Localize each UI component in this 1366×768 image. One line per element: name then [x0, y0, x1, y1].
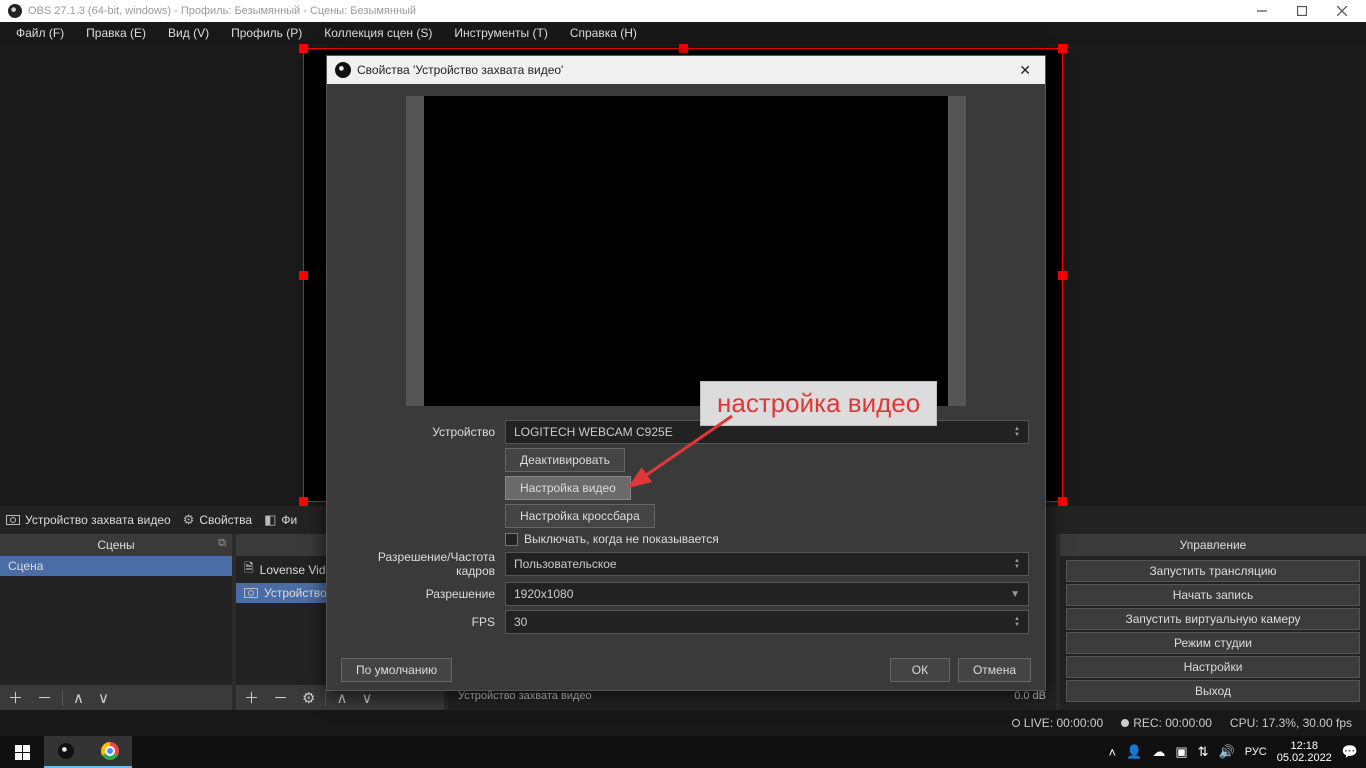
source-toolbar-current: Устройство захвата видео: [6, 513, 171, 527]
start-stream-button[interactable]: Запустить трансляцию: [1066, 560, 1360, 582]
tray-people-icon[interactable]: 👤: [1126, 744, 1142, 760]
source-properties-button[interactable]: ⚙: [298, 689, 319, 707]
menu-view[interactable]: Вид (V): [158, 24, 219, 42]
remove-source-button[interactable]: －: [269, 687, 292, 708]
exit-button[interactable]: Выход: [1066, 680, 1360, 702]
maximize-button[interactable]: [1282, 0, 1322, 22]
window-title: OBS 27.1.3 (64-bit, windows) - Профиль: …: [28, 5, 416, 17]
chevron-updown-icon: ▲▼: [1014, 558, 1020, 570]
camera-icon: [6, 515, 20, 525]
chevron-updown-icon: ▲▼: [1014, 426, 1020, 438]
start-record-button[interactable]: Начать запись: [1066, 584, 1360, 606]
menu-bar: Файл (F) Правка (E) Вид (V) Профиль (P) …: [0, 22, 1366, 44]
dialog-preview: [327, 84, 1045, 414]
scene-down-button[interactable]: ∨: [94, 689, 113, 707]
annotation-arrow: [628, 412, 738, 497]
menu-profile[interactable]: Профиль (P): [221, 24, 312, 42]
status-bar: LIVE: 00:00:00 REC: 00:00:00 CPU: 17.3%,…: [0, 710, 1366, 736]
crossbar-settings-button[interactable]: Настройка кроссбара: [505, 504, 655, 528]
fps-select[interactable]: 30▲▼: [505, 610, 1029, 634]
ok-button[interactable]: ОК: [890, 658, 950, 682]
resolution-select[interactable]: 1920x1080▼: [505, 582, 1029, 606]
chevron-down-icon: ▼: [1010, 589, 1020, 600]
source-up-button[interactable]: ∧: [332, 689, 351, 707]
scenes-header: Сцены ⧉: [0, 534, 232, 556]
taskbar-chrome[interactable]: [88, 736, 132, 768]
chevron-updown-icon: ▲▼: [1014, 616, 1020, 628]
source-down-button[interactable]: ∨: [357, 689, 376, 707]
properties-dialog: Свойства 'Устройство захвата видео' ✕ Ус…: [326, 55, 1046, 691]
gear-icon: ⚙: [183, 512, 195, 528]
menu-help[interactable]: Справка (H): [560, 24, 647, 42]
obs-logo-icon: [8, 4, 22, 18]
defaults-button[interactable]: По умолчанию: [341, 658, 452, 682]
dialog-close-button[interactable]: ✕: [1013, 60, 1037, 81]
tray-wifi-icon[interactable]: ⇅: [1198, 744, 1209, 760]
cancel-button[interactable]: Отмена: [958, 658, 1031, 682]
scene-up-button[interactable]: ∧: [69, 689, 88, 707]
resolution-label: Разрешение: [343, 587, 505, 601]
controls-header: Управление: [1060, 534, 1366, 556]
menu-scene-collection[interactable]: Коллекция сцен (S): [314, 24, 442, 42]
device-label: Устройство: [343, 425, 505, 439]
menu-file[interactable]: Файл (F): [6, 24, 74, 42]
add-source-button[interactable]: ＋: [240, 687, 263, 708]
source-toolbar-properties[interactable]: ⚙ Свойства: [183, 512, 252, 528]
status-rec: REC: 00:00:00: [1121, 716, 1212, 730]
video-settings-button[interactable]: Настройка видео: [505, 476, 631, 500]
shutdown-checkbox[interactable]: Выключать, когда не показывается: [505, 532, 1029, 546]
obs-logo-icon: [335, 62, 351, 78]
start-button[interactable]: [0, 736, 44, 768]
page-icon: 🗎: [244, 559, 254, 580]
status-live: LIVE: 00:00:00: [1012, 716, 1103, 730]
dialog-title: Свойства 'Устройство захвата видео': [357, 63, 563, 77]
tray-onedrive-icon[interactable]: ☁: [1152, 744, 1165, 760]
tray-battery-icon[interactable]: ▣: [1175, 744, 1187, 760]
status-cpu: CPU: 17.3%, 30.00 fps: [1230, 716, 1352, 730]
add-scene-button[interactable]: ＋: [4, 687, 27, 708]
remove-scene-button[interactable]: －: [33, 687, 56, 708]
taskbar: ˄ 👤 ☁ ▣ ⇅ 🔊 РУС 12:1805.02.2022 💬: [0, 736, 1366, 768]
dialog-titlebar[interactable]: Свойства 'Устройство захвата видео' ✕: [327, 56, 1045, 84]
deactivate-button[interactable]: Деактивировать: [505, 448, 625, 472]
record-icon: [1121, 719, 1129, 727]
settings-button[interactable]: Настройки: [1066, 656, 1360, 678]
minimize-button[interactable]: [1242, 0, 1282, 22]
window-titlebar: OBS 27.1.3 (64-bit, windows) - Профиль: …: [0, 0, 1366, 22]
menu-edit[interactable]: Правка (E): [76, 24, 156, 42]
fps-label: FPS: [343, 615, 505, 629]
source-toolbar-filters[interactable]: ◧ Фи: [264, 512, 297, 528]
tray-clock[interactable]: 12:1805.02.2022: [1277, 740, 1332, 764]
scenes-dock: Сцены ⧉ Сцена ＋ － ∧ ∨: [0, 534, 232, 710]
filters-icon: ◧: [264, 512, 276, 528]
studio-mode-button[interactable]: Режим студии: [1066, 632, 1360, 654]
taskbar-obs[interactable]: [44, 736, 88, 768]
scenes-footer: ＋ － ∧ ∨: [0, 684, 232, 710]
scene-item[interactable]: Сцена: [0, 556, 232, 576]
tray-chevron-icon[interactable]: ˄: [1109, 745, 1117, 760]
broadcast-icon: [1012, 719, 1020, 727]
resfps-select[interactable]: Пользовательское▲▼: [505, 552, 1029, 576]
tray-volume-icon[interactable]: 🔊: [1219, 744, 1235, 760]
camera-icon: [244, 588, 258, 598]
tray-language[interactable]: РУС: [1245, 746, 1267, 758]
controls-dock: Управление Запустить трансляцию Начать з…: [1060, 534, 1366, 710]
tray-notifications-icon[interactable]: 💬: [1342, 744, 1358, 760]
menu-tools[interactable]: Инструменты (T): [444, 24, 557, 42]
start-vcam-button[interactable]: Запустить виртуальную камеру: [1066, 608, 1360, 630]
resfps-label: Разрешение/Частота кадров: [343, 550, 505, 578]
close-button[interactable]: [1322, 0, 1362, 22]
popout-icon[interactable]: ⧉: [218, 537, 226, 550]
